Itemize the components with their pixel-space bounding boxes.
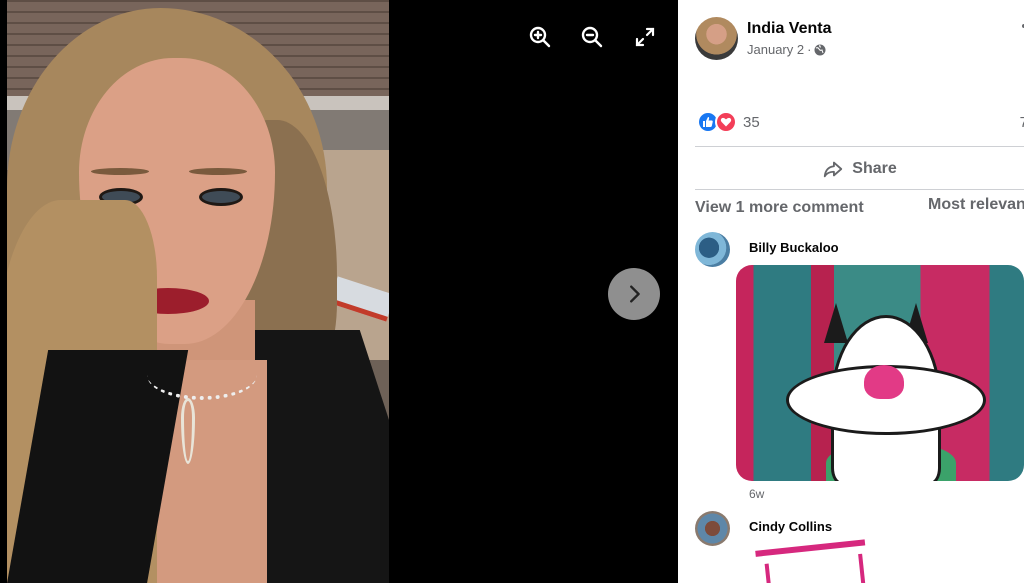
next-photo-button[interactable] xyxy=(608,268,660,320)
divider xyxy=(695,189,1024,190)
zoom-in-icon xyxy=(529,26,551,48)
share-icon xyxy=(824,161,843,178)
photo-eye-right xyxy=(199,188,243,206)
zoom-in-button[interactable] xyxy=(525,22,555,52)
comment-timestamp[interactable]: 6w xyxy=(749,487,764,501)
author-avatar[interactable] xyxy=(695,17,738,60)
globe-icon xyxy=(814,44,826,55)
gif-cat-ear-left xyxy=(824,303,848,343)
comment-sort-dropdown[interactable]: Most relevan xyxy=(928,196,1024,214)
fullscreen-icon xyxy=(635,27,655,47)
gif-attachment[interactable]: 2 xyxy=(736,265,1024,481)
post-date[interactable]: January 2 xyxy=(747,41,804,59)
fullscreen-button[interactable] xyxy=(630,22,660,52)
post-side-panel: India Venta January 2 · 35 7 Share View … xyxy=(678,0,1024,583)
meta-separator: · xyxy=(807,41,812,57)
gif-cat-heart-nose xyxy=(864,365,904,399)
post-author-header: India Venta January 2 · xyxy=(695,17,831,60)
commenter-name[interactable]: Billy Buckaloo xyxy=(749,240,839,255)
post-meta: January 2 · xyxy=(747,41,831,59)
view-more-comments-link[interactable]: View 1 more comment xyxy=(695,199,864,217)
commenter-avatar[interactable] xyxy=(695,232,730,267)
post-photo[interactable] xyxy=(7,0,389,583)
zoom-out-button[interactable] xyxy=(577,22,607,52)
commenter-name[interactable]: Cindy Collins xyxy=(749,519,832,534)
love-reaction-icon xyxy=(715,111,737,133)
chevron-right-icon xyxy=(630,285,640,303)
divider xyxy=(695,146,1024,147)
share-button[interactable]: Share xyxy=(695,150,1024,188)
photo-brow-left xyxy=(91,168,149,175)
comment-count-cut[interactable]: 7 xyxy=(1020,114,1024,131)
zoom-out-icon xyxy=(581,26,603,48)
commenter-avatar[interactable] xyxy=(695,511,730,546)
reaction-count: 35 xyxy=(743,113,760,131)
photo-necklace xyxy=(147,350,257,400)
author-name[interactable]: India Venta xyxy=(747,19,831,39)
photo-viewer xyxy=(0,0,678,583)
reaction-summary[interactable]: 35 xyxy=(697,111,760,133)
photo-brow-right xyxy=(189,168,247,175)
share-label: Share xyxy=(852,160,897,177)
sticker-attachment[interactable] xyxy=(755,539,869,583)
